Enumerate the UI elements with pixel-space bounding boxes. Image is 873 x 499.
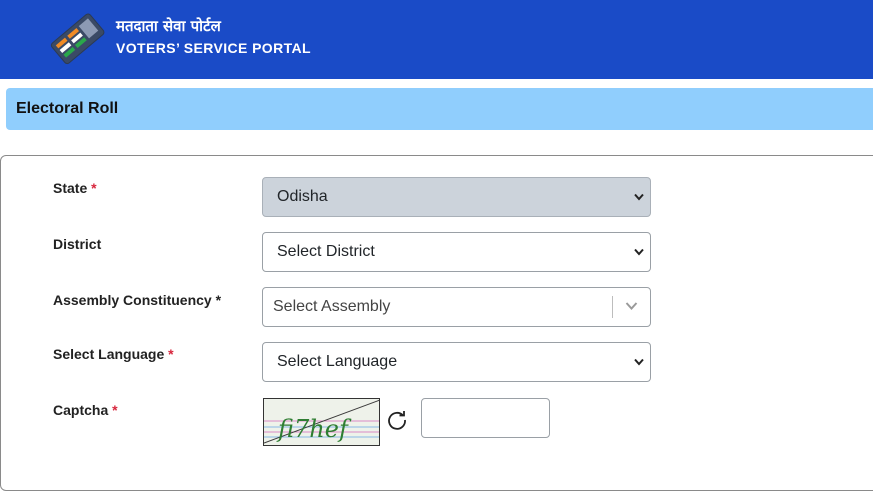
chevron-down-icon xyxy=(634,358,644,366)
section-header: Electoral Roll xyxy=(6,88,873,130)
portal-title-hindi: मतदाता सेवा पोर्टल xyxy=(116,17,221,35)
assembly-label-text: Assembly Constituency xyxy=(53,292,212,308)
required-mark: * xyxy=(112,402,118,418)
state-label-text: State xyxy=(53,180,88,196)
refresh-icon[interactable] xyxy=(386,409,408,431)
captcha-label-text: Captcha xyxy=(53,402,109,418)
captcha-label: Captcha * xyxy=(53,402,118,418)
state-label: State * xyxy=(53,180,97,196)
assembly-placeholder: Select Assembly xyxy=(273,298,391,315)
combobox-separator xyxy=(612,296,613,318)
chevron-down-icon[interactable] xyxy=(625,301,638,311)
state-select[interactable]: Odisha xyxy=(262,177,651,217)
language-select-value: Select Language xyxy=(277,353,398,370)
captcha-text: fi7hef xyxy=(276,415,352,443)
district-select[interactable]: Select District xyxy=(262,232,651,272)
portal-title-english: VOTERS’ SERVICE PORTAL xyxy=(116,40,311,56)
language-select[interactable]: Select Language xyxy=(262,342,651,382)
section-title: Electoral Roll xyxy=(16,100,119,117)
captcha-graphic: fi7hef xyxy=(264,399,379,445)
assembly-label: Assembly Constituency * xyxy=(53,292,221,308)
captcha-input[interactable] xyxy=(421,398,550,438)
district-label-text: District xyxy=(53,236,102,252)
site-header: मतदाता सेवा पोर्टल VOTERS’ SERVICE PORTA… xyxy=(0,0,873,79)
assembly-combobox[interactable]: Select Assembly xyxy=(262,287,651,327)
state-select-value: Odisha xyxy=(277,188,328,205)
required-mark: * xyxy=(168,346,174,362)
captcha-image: fi7hef xyxy=(263,398,380,446)
required-mark: * xyxy=(215,292,222,308)
chevron-down-icon xyxy=(634,193,644,201)
chevron-down-icon xyxy=(634,248,644,256)
required-mark: * xyxy=(91,180,97,196)
district-select-value: Select District xyxy=(277,243,375,260)
language-label: Select Language * xyxy=(53,346,174,362)
language-label-text: Select Language xyxy=(53,346,165,362)
district-label: District xyxy=(53,236,101,252)
ballot-logo-icon[interactable] xyxy=(46,10,108,66)
